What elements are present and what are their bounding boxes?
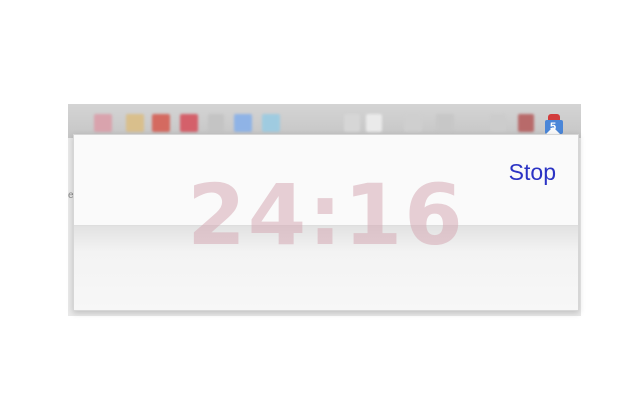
toolbar-extension-tile[interactable] — [180, 114, 198, 132]
stop-button[interactable]: Stop — [509, 159, 556, 186]
toolbar-extension-tile[interactable] — [404, 114, 422, 132]
toolbar-extension-tile[interactable] — [152, 114, 170, 132]
toolbar-extension-tile[interactable] — [344, 114, 360, 132]
toolbar-extension-tile[interactable] — [234, 114, 252, 132]
timer-popup: 24:16 Stop — [73, 134, 579, 311]
screen: 5 e 24:16 Stop — [0, 0, 640, 400]
toolbar-extension-tile[interactable] — [366, 114, 382, 132]
toolbar-extension-tile[interactable] — [208, 114, 224, 132]
countdown-timer: 24:16 — [187, 166, 465, 264]
toolbar-extension-tile[interactable] — [490, 114, 506, 132]
toolbar-extension-tile[interactable] — [436, 114, 454, 132]
toolbar-extension-tile[interactable] — [262, 114, 280, 132]
toolbar-extension-tile[interactable] — [518, 114, 534, 132]
toolbar-extension-tile[interactable] — [94, 114, 112, 132]
toolbar-extension-tile[interactable] — [126, 114, 144, 132]
